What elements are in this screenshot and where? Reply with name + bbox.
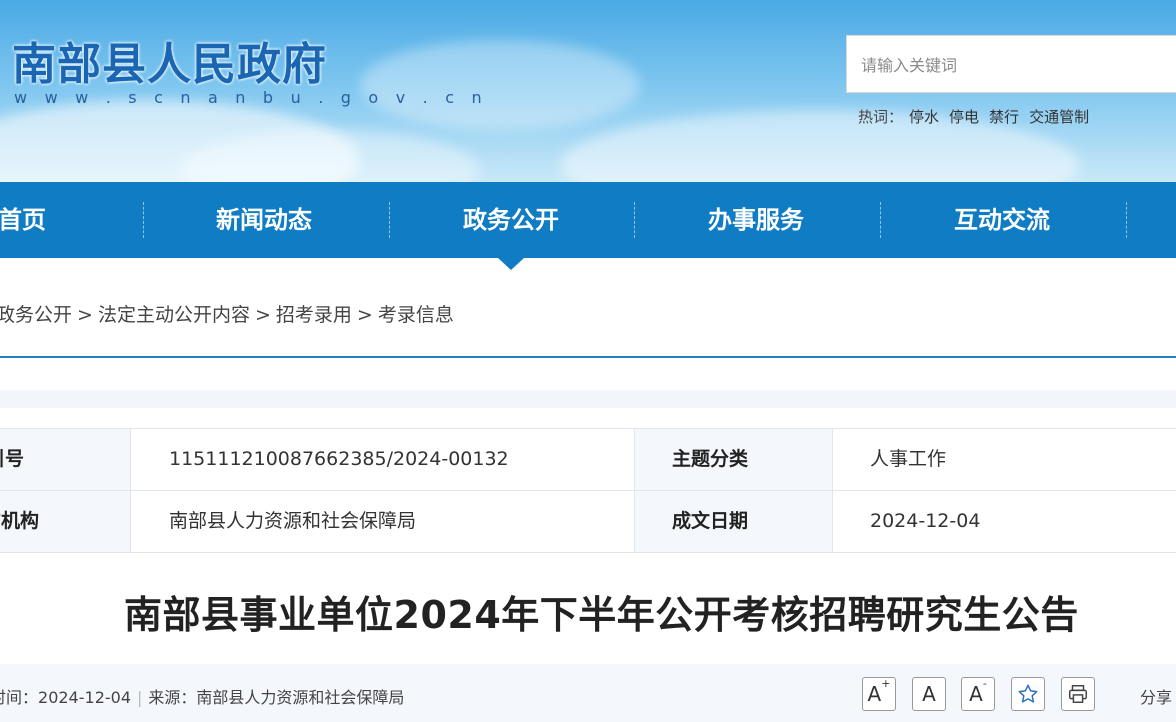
nav-item-interaction[interactable]: 互动交流 [902,182,1102,258]
publish-time-value: 2024-12-04 [38,688,131,707]
info-row: 引号 11511121008766238​5/2024-00132 主题分类 人… [0,429,1176,491]
breadcrumb-divider [0,356,1176,358]
info-label-publisher: 布机构 [0,491,130,552]
cloud-decoration [360,40,640,130]
nav-divider [880,202,881,238]
font-reset-label: A [922,682,936,706]
nav-divider [634,202,635,238]
hot-word-link[interactable]: 停电 [949,108,979,126]
info-label-date: 成文日期 [635,491,832,552]
font-reset-button[interactable]: A [912,677,946,711]
info-value-date: 2024-12-04 [833,491,1176,552]
nav-item-gov-affairs[interactable]: 政务公开 [411,182,611,258]
breadcrumb-item[interactable]: 考录信息 [378,304,454,326]
star-icon [1018,684,1038,703]
search-input[interactable] [847,36,1163,94]
breadcrumb-item[interactable]: 招考录用 [276,304,352,326]
source-label: 来源： [148,688,197,707]
nav-divider [1126,202,1127,238]
nav-item-services[interactable]: 办事服务 [656,182,856,258]
meta-divider: | [137,688,143,707]
site-header: 南部县人民政府 w w w . s c n a n b u . g o v . … [0,0,1176,182]
publish-time-label: 时间： [0,688,39,707]
font-decrease-button[interactable]: A- [961,677,995,711]
info-value-category: 人事工作 [833,429,1176,490]
info-label-index: 引号 [0,429,130,490]
breadcrumb-item[interactable]: 政务公开 [0,304,72,326]
hot-word-link[interactable]: 停水 [909,108,939,126]
nav-item-news[interactable]: 新闻动态 [164,182,364,258]
breadcrumb-separator: > [356,304,373,326]
breadcrumb-separator: > [254,304,271,326]
printer-icon [1069,685,1087,703]
favorite-button[interactable] [1011,677,1045,711]
print-button[interactable] [1061,677,1095,711]
font-decrease-label: A [969,682,983,706]
info-row: 布机构 南部县人力资源和社会保障局 成文日期 2024-12-04 [0,491,1176,553]
nav-divider [389,202,390,238]
site-url: w w w . s c n a n b u . g o v . c n [14,88,488,107]
font-increase-button[interactable]: A+ [862,677,896,711]
breadcrumb: 政务公开 > 法定主动公开内容 > 招考录用 > 考录信息 [0,300,454,327]
breadcrumb-item[interactable]: 法定主动公开内容 [98,304,250,326]
article-meta-bar: 时间：2024-12-04 | 来源：南部县人力资源和社会保障局 A+ A A- 分… [0,664,1176,722]
info-value-publisher: 南部县人力资源和社会保障局 [131,491,634,552]
font-increase-label: A [867,682,882,706]
site-title[interactable]: 南部县人民政府 [12,28,327,92]
active-nav-indicator [498,258,524,270]
hot-words: 热词： 停水 停电 禁行 交通管制 [858,106,1099,127]
share-label[interactable]: 分享 [1140,684,1172,708]
hot-words-label: 热词： [858,108,904,126]
search-box [846,35,1176,94]
article-meta: 时间：2024-12-04 | 来源：南部县人力资源和社会保障局 [0,684,404,708]
source-value: 南部县人力资源和社会保障局 [196,688,405,707]
document-info-table: 引号 11511121008766238​5/2024-00132 主题分类 人… [0,428,1176,553]
info-label-category: 主题分类 [635,429,832,490]
hot-word-link[interactable]: 禁行 [989,108,1019,126]
info-value-index: 11511121008766238​5/2024-00132 [131,429,634,490]
section-spacer [0,390,1176,408]
breadcrumb-separator: > [77,304,93,326]
nav-divider [143,202,144,238]
hot-word-link[interactable]: 交通管制 [1029,108,1089,126]
main-nav: 首页 新闻动态 政务公开 办事服务 互动交流 [0,182,1176,258]
article-title: 南部县事业单位2024年下半年公开考核招聘研究生公告 [124,593,1079,637]
nav-item-home[interactable]: 首页 [0,182,52,258]
